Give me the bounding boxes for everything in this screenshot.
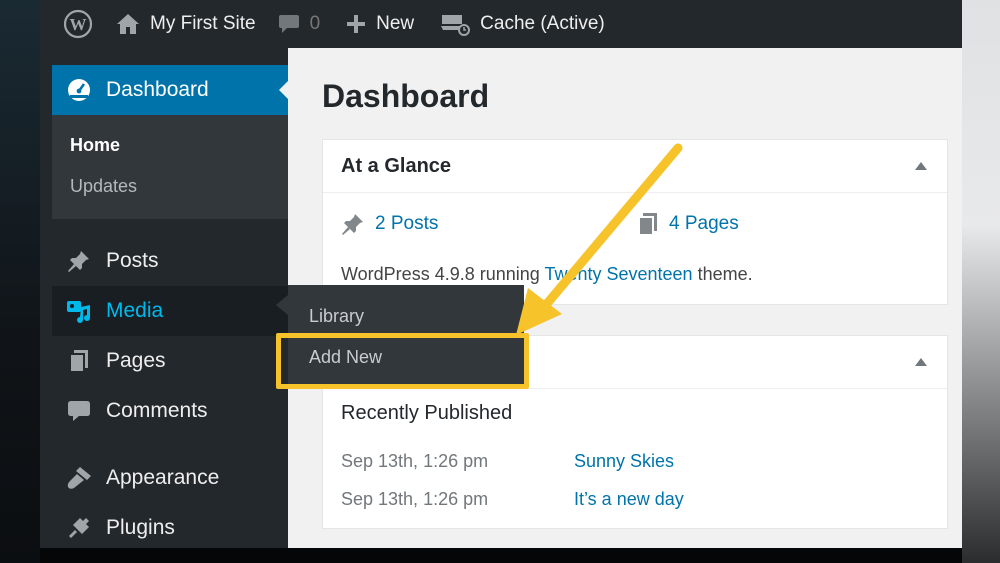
- comment-bubble-icon: [278, 15, 299, 33]
- pin-icon: [65, 247, 93, 275]
- new-label: New: [376, 13, 415, 34]
- comment-icon: [65, 397, 93, 425]
- widget-title: At a Glance: [341, 154, 452, 177]
- cache-menu[interactable]: Cache (Active): [414, 0, 605, 48]
- dashboard-submenu: Home Updates: [52, 115, 288, 219]
- wp-version-text: WordPress 4.9.8 running: [341, 264, 545, 284]
- current-menu-arrow: [279, 80, 289, 100]
- pin-icon: [342, 214, 363, 235]
- sidebar-item-label: Comments: [106, 399, 208, 422]
- posts-count: 2 Posts: [375, 213, 439, 234]
- media-icon: [65, 297, 93, 325]
- sidebar-item-label: Dashboard: [106, 78, 209, 101]
- admin-bar: W My First Site 0 New Cache (Active): [40, 0, 962, 48]
- wordpress-icon: W: [63, 9, 93, 39]
- recently-published-heading: Recently Published: [341, 402, 513, 424]
- dashboard-gauge-icon: [65, 76, 93, 104]
- backdrop-right: [962, 0, 1000, 563]
- collapse-toggle-icon[interactable]: [915, 162, 927, 170]
- page-title: Dashboard: [322, 78, 490, 114]
- wp-admin-screen: W My First Site 0 New Cache (Active) Das…: [40, 0, 962, 548]
- list-item: Sep 13th, 1:26 pm It’s a new day: [341, 489, 684, 510]
- flyout-item-library[interactable]: Library: [309, 306, 364, 327]
- sidebar-item-pages[interactable]: Pages: [52, 336, 288, 386]
- collapse-toggle-icon[interactable]: [915, 358, 927, 366]
- at-a-glance-widget: At a Glance 2 Posts 4 Pages WordPress 4.…: [322, 139, 948, 305]
- submenu-home[interactable]: Home: [70, 135, 120, 156]
- svg-text:W: W: [70, 15, 87, 34]
- sidebar-item-label: Pages: [106, 349, 166, 372]
- pages-icon: [65, 347, 93, 375]
- comments-link[interactable]: 0: [256, 0, 321, 48]
- new-content-button[interactable]: New: [320, 0, 414, 48]
- sidebar-item-dashboard[interactable]: Dashboard: [52, 65, 289, 115]
- site-name: My First Site: [150, 13, 256, 34]
- sidebar-item-media[interactable]: Media: [52, 286, 288, 336]
- post-link[interactable]: Sunny Skies: [574, 451, 674, 472]
- home-icon: [117, 14, 139, 34]
- cache-label: Cache (Active): [480, 13, 605, 34]
- plus-icon: [347, 15, 366, 33]
- annotation-highlight-box: [276, 333, 529, 389]
- comments-count: 0: [309, 13, 321, 34]
- publish-date: Sep 13th, 1:26 pm: [341, 489, 489, 509]
- flyout-pointer: [276, 295, 288, 315]
- sidebar-edge: [40, 48, 52, 548]
- backdrop-left: [0, 0, 40, 563]
- list-item: Sep 13th, 1:26 pm Sunny Skies: [341, 451, 674, 472]
- pages-count-link[interactable]: 4 Pages: [637, 212, 739, 236]
- sidebar-item-appearance[interactable]: Appearance: [52, 453, 288, 503]
- wordpress-logo-button[interactable]: W: [40, 0, 96, 48]
- sidebar-item-posts[interactable]: Posts: [52, 236, 288, 286]
- sidebar-item-label: Media: [106, 299, 164, 322]
- widget-header: At a Glance: [323, 140, 947, 193]
- brush-icon: [65, 464, 93, 492]
- publish-date: Sep 13th, 1:26 pm: [341, 451, 489, 471]
- theme-suffix: theme.: [692, 264, 753, 284]
- screen-bezel: [40, 548, 962, 563]
- sidebar-item-label: Posts: [106, 249, 159, 272]
- sidebar-item-label: Plugins: [106, 516, 175, 539]
- plugin-icon: [65, 514, 93, 542]
- cache-icon: [441, 15, 471, 36]
- post-link[interactable]: It’s a new day: [574, 489, 684, 510]
- submenu-updates[interactable]: Updates: [70, 176, 137, 197]
- pages-icon: [638, 213, 657, 236]
- sidebar-item-comments[interactable]: Comments: [52, 386, 288, 436]
- pages-count: 4 Pages: [669, 213, 739, 234]
- wp-version-line: WordPress 4.9.8 running Twenty Seventeen…: [341, 264, 753, 285]
- admin-sidebar: Dashboard Home Updates Posts Media Pages…: [52, 48, 289, 548]
- sidebar-item-label: Appearance: [106, 466, 220, 489]
- site-name-link[interactable]: My First Site: [96, 0, 256, 48]
- posts-count-link[interactable]: 2 Posts: [341, 212, 438, 236]
- theme-link[interactable]: Twenty Seventeen: [544, 264, 692, 284]
- sidebar-item-plugins[interactable]: Plugins: [52, 503, 288, 548]
